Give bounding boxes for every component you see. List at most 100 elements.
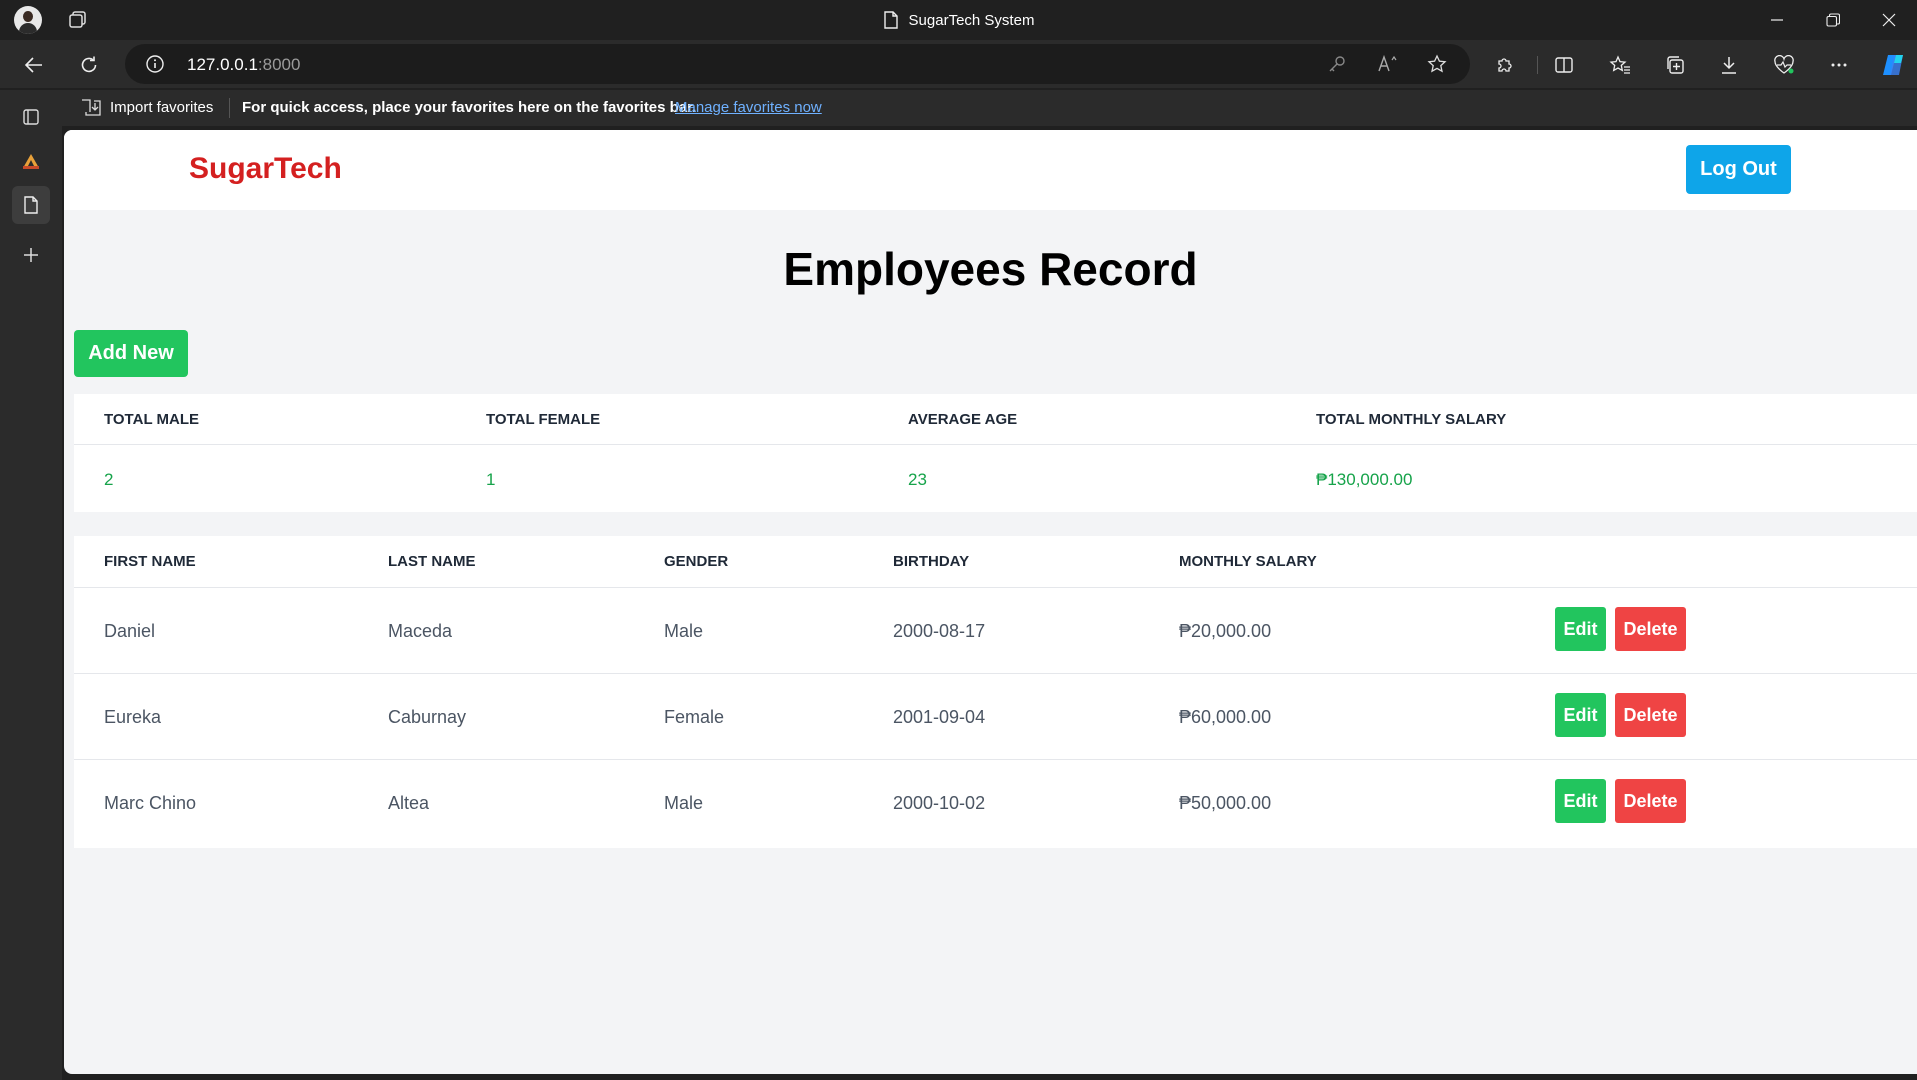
column-header-last-name: LAST NAME [388, 553, 476, 570]
app-navbar: SugarTech Log Out [64, 130, 1917, 210]
edit-button[interactable]: Edit [1555, 607, 1606, 651]
read-aloud-icon[interactable] [1377, 54, 1399, 74]
profile-avatar[interactable] [14, 6, 42, 34]
cell-gender: Female [664, 707, 725, 727]
cell-birthday: 2001-09-04 [893, 707, 986, 727]
new-tab-button[interactable] [12, 236, 50, 274]
import-favorites-button[interactable]: Import favorites [80, 97, 213, 117]
more-dots-icon [1831, 63, 1847, 67]
collections-button[interactable] [1658, 48, 1692, 82]
split-screen-button[interactable] [1547, 48, 1581, 82]
cell-first-name: Marc Chino [104, 793, 197, 813]
more-options-button[interactable] [1822, 48, 1856, 82]
edit-button[interactable]: Edit [1555, 779, 1606, 823]
summary-total-male-value: 2 [104, 470, 114, 489]
copilot-button[interactable] [1876, 48, 1910, 82]
summary-header-average-age: AVERAGE AGE [908, 411, 1018, 428]
sidebar-tab-current[interactable] [12, 186, 50, 224]
column-header-gender: GENDER [664, 553, 729, 570]
delete-button[interactable]: Delete [1615, 607, 1686, 651]
copilot-icon [1883, 55, 1903, 75]
favorites-message: For quick access, place your favorites h… [242, 99, 697, 116]
cell-monthly-salary: ₱60,000.00 [1179, 707, 1272, 727]
back-button[interactable] [17, 48, 51, 82]
download-icon [1722, 57, 1736, 74]
app-logo-icon [23, 154, 39, 169]
column-header-birthday: BIRTHDAY [893, 553, 970, 570]
browser-essentials-button[interactable] [1767, 48, 1801, 82]
employees-table: FIRST NAME LAST NAME GENDER BIRTHDAY MON… [74, 536, 1917, 848]
tab-actions-button[interactable] [12, 98, 50, 136]
add-new-button[interactable]: Add New [74, 330, 188, 377]
extensions-button[interactable] [1488, 48, 1522, 82]
toolbar-divider [1537, 56, 1538, 74]
page-viewport: SugarTech Log Out Employees Record Add N… [64, 130, 1917, 1074]
summary-divider [74, 444, 1917, 445]
cell-last-name: Maceda [388, 621, 453, 641]
title-bar: SugarTech System [0, 0, 1917, 40]
sidebar-tab-app[interactable] [12, 142, 50, 180]
table-header-divider [74, 587, 1917, 588]
cell-last-name: Caburnay [388, 707, 467, 727]
summary-average-age-value: 23 [908, 470, 927, 489]
delete-button[interactable]: Delete [1615, 779, 1686, 823]
tab-actions-icon [23, 109, 39, 125]
close-icon [1882, 13, 1896, 27]
row-divider [74, 759, 1917, 760]
page-icon [24, 196, 38, 214]
minimize-button[interactable] [1749, 0, 1805, 40]
cell-gender: Male [664, 621, 704, 641]
cell-first-name: Eureka [104, 707, 162, 727]
puzzle-icon [1498, 58, 1512, 72]
row-divider [74, 673, 1917, 674]
refresh-button[interactable] [72, 48, 106, 82]
summary-table: TOTAL MALE TOTAL FEMALE AVERAGE AGE TOTA… [74, 394, 1917, 512]
site-info-icon[interactable] [145, 54, 165, 74]
cell-last-name: Altea [388, 793, 430, 813]
summary-header-total-male: TOTAL MALE [104, 411, 199, 428]
favorites-bar: Import favorites For quick access, place… [62, 90, 1917, 126]
restore-button[interactable] [1805, 0, 1861, 40]
restore-icon [1826, 13, 1840, 27]
plus-icon [24, 248, 38, 262]
url-text[interactable]: 127.0.0.1:8000 [187, 55, 300, 75]
window-title: SugarTech System [908, 11, 1035, 29]
refresh-icon [81, 56, 97, 73]
cell-first-name: Daniel [104, 621, 156, 641]
page-title: Employees Record [783, 243, 1198, 295]
column-header-monthly-salary: MONTHLY SALARY [1179, 553, 1317, 570]
key-icon[interactable] [1327, 54, 1347, 74]
address-bar[interactable]: 127.0.0.1:8000 [125, 44, 1470, 84]
back-arrow-icon [24, 57, 42, 73]
brand-logo[interactable]: SugarTech [189, 152, 342, 186]
collections-icon [1667, 56, 1684, 74]
cell-birthday: 2000-10-02 [893, 793, 986, 813]
delete-button[interactable]: Delete [1615, 693, 1686, 737]
page-icon [883, 11, 898, 29]
edit-button[interactable]: Edit [1555, 693, 1606, 737]
import-favorites-label: Import favorites [110, 98, 214, 116]
summary-header-total-female: TOTAL FEMALE [486, 411, 601, 428]
favorite-star-icon[interactable] [1427, 54, 1447, 74]
summary-header-total-salary: TOTAL MONTHLY SALARY [1316, 411, 1507, 428]
favorites-button[interactable] [1603, 48, 1637, 82]
split-screen-icon [1555, 57, 1573, 73]
workspaces-icon[interactable] [68, 10, 88, 30]
logout-button[interactable]: Log Out [1686, 145, 1791, 194]
summary-total-salary-value: ₱130,000.00 [1316, 470, 1413, 489]
column-header-first-name: FIRST NAME [104, 553, 196, 570]
heartbeat-icon [1774, 55, 1794, 74]
cell-birthday: 2000-08-17 [893, 621, 986, 641]
close-window-button[interactable] [1861, 0, 1917, 40]
summary-total-female-value: 1 [486, 470, 496, 489]
manage-favorites-link[interactable]: Manage favorites now [675, 99, 822, 116]
minimize-icon [1771, 19, 1783, 21]
browser-sidebar [0, 90, 62, 1080]
import-favorites-icon [82, 99, 101, 116]
favorites-icon [1609, 55, 1630, 74]
downloads-button[interactable] [1712, 48, 1746, 82]
cell-monthly-salary: ₱20,000.00 [1179, 621, 1272, 641]
cell-monthly-salary: ₱50,000.00 [1179, 793, 1272, 813]
cell-gender: Male [664, 793, 704, 813]
browser-toolbar: 127.0.0.1:8000 [0, 40, 1917, 88]
